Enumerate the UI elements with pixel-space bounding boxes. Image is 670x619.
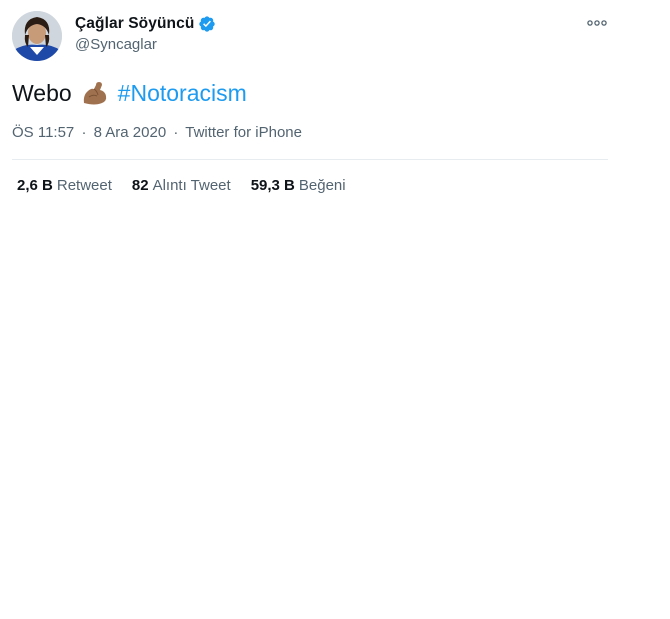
verified-badge-icon: [198, 15, 216, 33]
flexed-biceps-emoji-icon: [81, 79, 109, 107]
hashtag-link[interactable]: #Notoracism: [118, 78, 247, 108]
author-handle[interactable]: @Syncaglar: [75, 36, 157, 53]
tweet-meta: ÖS 11:57 · 8 Ara 2020 · Twitter for iPho…: [12, 124, 302, 141]
more-options-button[interactable]: [584, 15, 610, 31]
tweet-date[interactable]: 8 Ara 2020: [94, 124, 167, 141]
avatar-image: [12, 11, 62, 61]
tweet-time[interactable]: ÖS 11:57: [12, 124, 74, 141]
avatar[interactable]: [12, 11, 62, 61]
meta-separator: ·: [81, 124, 87, 141]
likes-stat[interactable]: 59,3 B Beğeni: [251, 177, 346, 194]
tweet-source[interactable]: Twitter for iPhone: [185, 124, 302, 141]
divider: [12, 159, 608, 160]
retweets-count: 2,6 B: [17, 177, 53, 194]
likes-count: 59,3 B: [250, 177, 295, 194]
author-name-row[interactable]: Çağlar Söyüncü: [75, 14, 216, 34]
meta-separator: ·: [173, 124, 179, 141]
likes-label: Beğeni: [298, 177, 346, 194]
more-horizontal-icon: [587, 20, 607, 26]
retweets-stat[interactable]: 2,6 B Retweet: [17, 177, 112, 194]
tweet-stats: 2,6 B Retweet 82 Alıntı Tweet 59,3 B Beğeni: [17, 177, 366, 194]
quote-tweets-count: 82: [131, 177, 149, 194]
quote-tweets-stat[interactable]: 82 Alıntı Tweet: [132, 177, 231, 194]
tweet-text-word: Webo: [12, 80, 72, 106]
tweet-detail: Çağlar Söyüncü @Syncaglar Webo #Notoraci…: [0, 0, 670, 619]
quote-tweets-label: Alıntı Tweet: [152, 177, 231, 194]
tweet-text: Webo #Notoracism: [12, 78, 247, 108]
author-display-name[interactable]: Çağlar Söyüncü: [75, 15, 194, 33]
retweets-label: Retweet: [56, 177, 112, 194]
